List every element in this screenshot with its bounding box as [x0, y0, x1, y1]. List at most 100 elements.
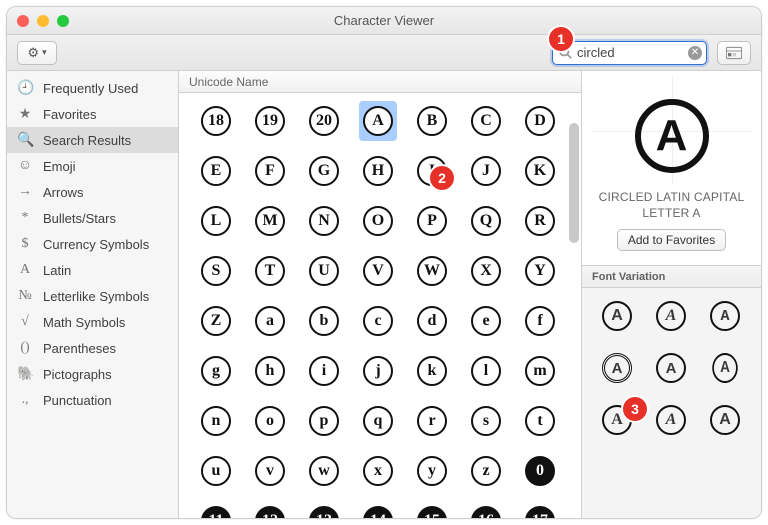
character-cell[interactable]: l [459, 353, 513, 389]
character-cell[interactable]: T [243, 253, 297, 289]
character-cell[interactable]: b [297, 303, 351, 339]
minimize-window-button[interactable] [37, 15, 49, 27]
font-variant-cell[interactable]: A [644, 348, 698, 388]
character-cell[interactable]: w [297, 453, 351, 489]
search-input[interactable] [552, 41, 707, 65]
font-variant-cell[interactable]: A [590, 348, 644, 388]
character-cell[interactable]: x [351, 453, 405, 489]
character-cell[interactable]: 0 [513, 453, 567, 489]
character-cell[interactable]: O [351, 203, 405, 239]
character-cell[interactable]: 18 [189, 103, 243, 139]
character-cell[interactable]: g [189, 353, 243, 389]
character-cell[interactable]: P [405, 203, 459, 239]
font-variant-cell[interactable]: A [698, 400, 752, 440]
character-cell[interactable]: 11 [189, 503, 243, 518]
zoom-window-button[interactable] [57, 15, 69, 27]
character-cell[interactable]: 14 [351, 503, 405, 518]
sidebar-item-search-results[interactable]: 🔍Search Results [7, 127, 178, 153]
character-cell[interactable]: n [189, 403, 243, 439]
character-cell[interactable]: p [297, 403, 351, 439]
character-cell[interactable]: 19 [243, 103, 297, 139]
character-cell[interactable]: K [513, 153, 567, 189]
add-to-favorites-button[interactable]: Add to Favorites [617, 229, 726, 251]
character-cell[interactable]: d [405, 303, 459, 339]
character-cell[interactable]: e [459, 303, 513, 339]
character-cell[interactable]: z [459, 453, 513, 489]
sidebar-item-latin[interactable]: ALatin [7, 257, 178, 283]
character-cell[interactable]: W [405, 253, 459, 289]
sidebar-item-icon: * [17, 210, 33, 226]
character-cell[interactable]: k [405, 353, 459, 389]
font-variant-cell[interactable]: A [590, 296, 644, 336]
character-cell[interactable]: B [405, 103, 459, 139]
character-cell[interactable]: L [189, 203, 243, 239]
action-menu-button[interactable]: ⚙ ▾ [17, 41, 57, 65]
character-cell[interactable]: v [243, 453, 297, 489]
sidebar-item-pictographs[interactable]: 🐘Pictographs [7, 361, 178, 387]
character-cell[interactable]: 17 [513, 503, 567, 518]
character-cell[interactable]: S [189, 253, 243, 289]
sidebar-item-currency-symbols[interactable]: $Currency Symbols [7, 231, 178, 257]
character-cell[interactable]: u [189, 453, 243, 489]
character-cell[interactable]: m [513, 353, 567, 389]
sidebar-item-bullets-stars[interactable]: *Bullets/Stars [7, 205, 178, 231]
character-cell[interactable]: 20 [297, 103, 351, 139]
vertical-scrollbar[interactable] [569, 123, 579, 243]
clear-search-button[interactable]: ✕ [688, 46, 702, 60]
character-cell[interactable]: C [459, 103, 513, 139]
character-cell[interactable]: a [243, 303, 297, 339]
character-cell[interactable]: V [351, 253, 405, 289]
character-cell[interactable]: H [351, 153, 405, 189]
font-variant-cell[interactable]: A [644, 400, 698, 440]
sidebar-item-label: Frequently Used [43, 81, 138, 96]
character-cell[interactable]: q [351, 403, 405, 439]
font-variant-cell[interactable]: A [644, 296, 698, 336]
font-variant-cell[interactable]: A [698, 296, 752, 336]
sidebar-item-letterlike-symbols[interactable]: №Letterlike Symbols [7, 283, 178, 309]
circled-glyph: p [309, 406, 339, 436]
character-cell[interactable]: A [351, 103, 405, 139]
character-cell[interactable]: y [405, 453, 459, 489]
sidebar-item-favorites[interactable]: ★Favorites [7, 101, 178, 127]
character-cell[interactable]: X [459, 253, 513, 289]
character-cell[interactable]: f [513, 303, 567, 339]
sidebar-item-math-symbols[interactable]: √Math Symbols [7, 309, 178, 335]
character-cell[interactable]: 12 [243, 503, 297, 518]
sidebar-item-arrows[interactable]: →Arrows [7, 179, 178, 205]
sidebar-item-frequently-used[interactable]: 🕘Frequently Used [7, 75, 178, 101]
font-variant-cell[interactable]: A [698, 348, 752, 388]
character-cell[interactable]: E [189, 153, 243, 189]
character-cell[interactable]: i [297, 353, 351, 389]
character-cell[interactable]: 15 [405, 503, 459, 518]
character-cell[interactable]: R [513, 203, 567, 239]
sidebar-item-punctuation[interactable]: .,Punctuation [7, 387, 178, 413]
circled-glyph: H [363, 156, 393, 186]
character-cell[interactable]: 16 [459, 503, 513, 518]
sidebar-item-parentheses[interactable]: ()Parentheses [7, 335, 178, 361]
detail-panel: A CIRCLED LATIN CAPITAL LETTER A Add to … [581, 71, 761, 518]
character-cell[interactable]: 13 [297, 503, 351, 518]
character-cell[interactable]: h [243, 353, 297, 389]
character-cell[interactable]: Q [459, 203, 513, 239]
character-cell[interactable]: M [243, 203, 297, 239]
character-cell[interactable]: Z [189, 303, 243, 339]
character-cell[interactable]: s [459, 403, 513, 439]
character-cell[interactable]: o [243, 403, 297, 439]
sidebar-item-label: Math Symbols [43, 315, 125, 330]
sidebar-item-emoji[interactable]: ☺Emoji [7, 153, 178, 179]
character-cell[interactable]: D [513, 103, 567, 139]
close-window-button[interactable] [17, 15, 29, 27]
character-cell[interactable]: j [351, 353, 405, 389]
character-cell[interactable]: U [297, 253, 351, 289]
character-cell[interactable]: F [243, 153, 297, 189]
character-cell[interactable]: c [351, 303, 405, 339]
character-cell[interactable]: t [513, 403, 567, 439]
sidebar-item-label: Letterlike Symbols [43, 289, 149, 304]
character-cell[interactable]: N [297, 203, 351, 239]
character-cell[interactable]: G [297, 153, 351, 189]
view-mode-button[interactable] [717, 41, 751, 65]
character-cell[interactable]: Y [513, 253, 567, 289]
circled-glyph: r [417, 406, 447, 436]
character-cell[interactable]: J [459, 153, 513, 189]
character-cell[interactable]: r [405, 403, 459, 439]
